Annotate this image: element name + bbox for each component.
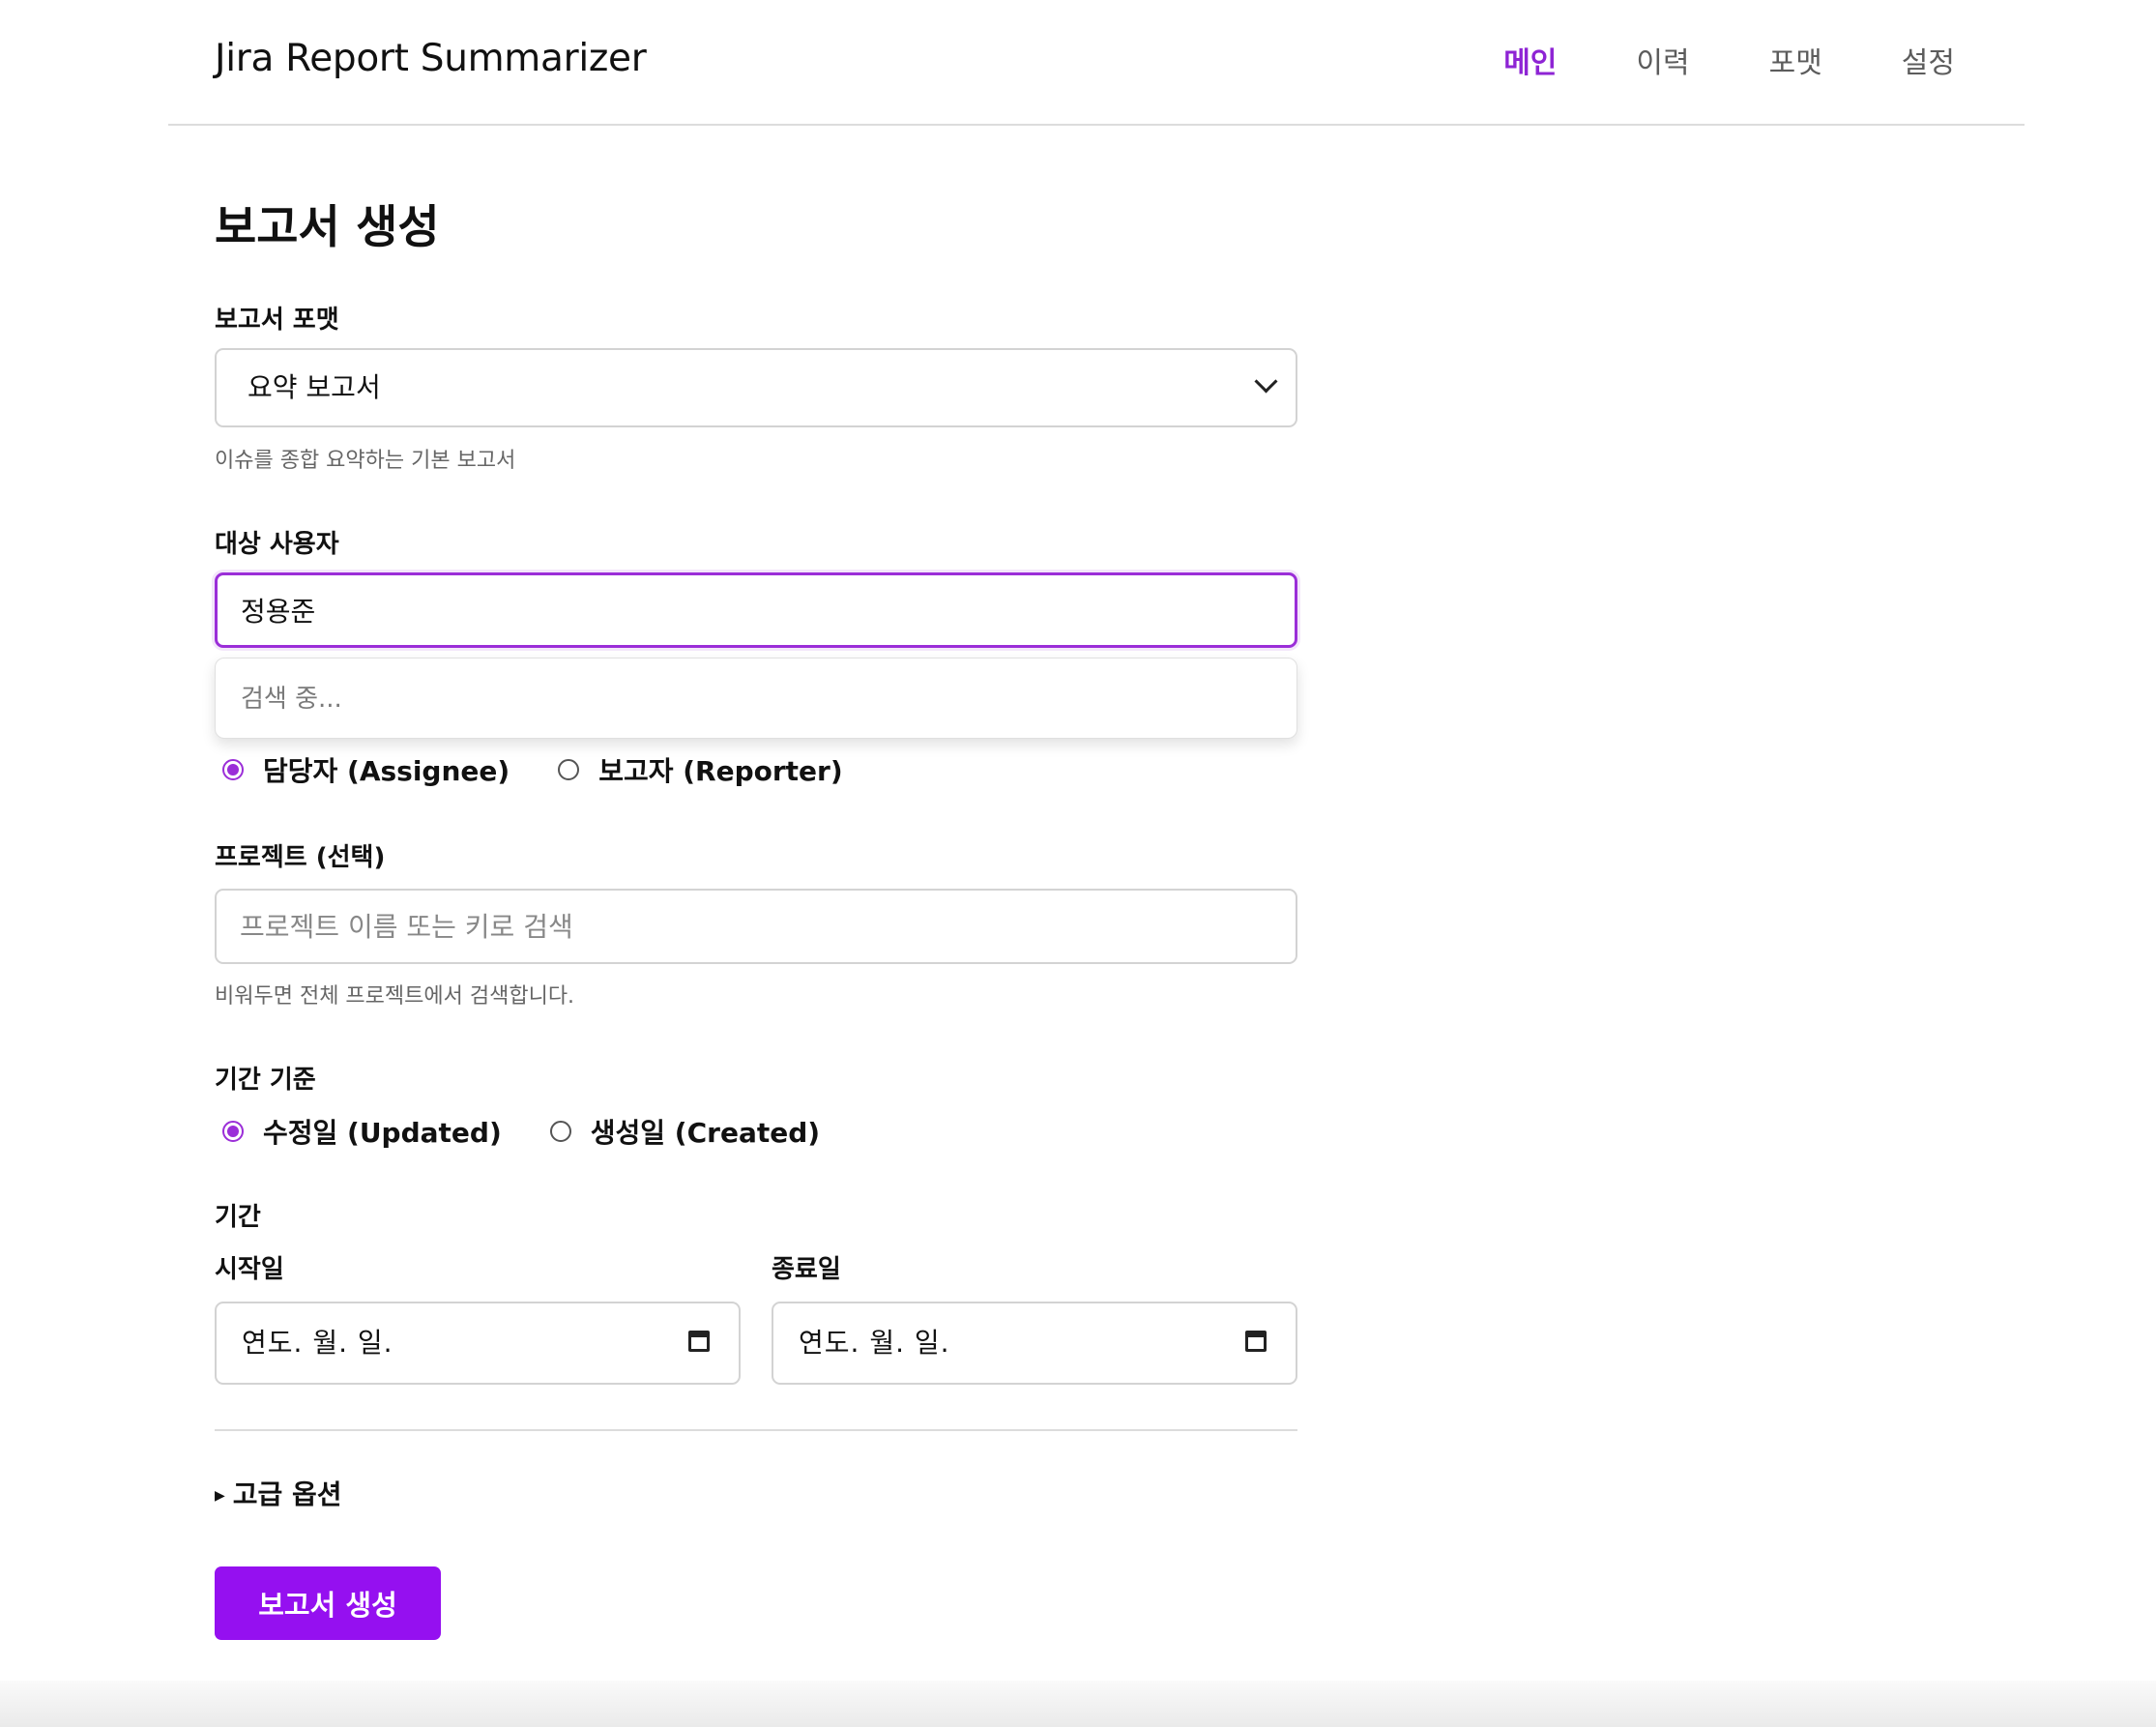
radio-reporter-label: 보고자 (Reporter) — [598, 755, 843, 787]
radio-updated-label: 수정일 (Updated) — [263, 1117, 502, 1149]
start-date-value: 연도. 월. 일. — [242, 1327, 393, 1359]
window-bottom-edge — [0, 1681, 2156, 1727]
format-label: 보고서 포맷 — [215, 306, 339, 335]
section-divider — [215, 1429, 1297, 1431]
format-hint: 이슈를 종합 요약하는 기본 보고서 — [215, 449, 516, 473]
start-date-label: 시작일 — [215, 1255, 284, 1284]
radio-created[interactable]: 생성일 (Created) — [549, 1112, 821, 1151]
format-select-value: 요약 보고서 — [248, 371, 381, 403]
period-label: 기간 — [215, 1203, 261, 1232]
page-title: 보고서 생성 — [215, 201, 440, 254]
nav-format[interactable]: 포맷 — [1769, 39, 1822, 81]
radio-assignee-label: 담당자 (Assignee) — [263, 755, 510, 787]
project-label: 프로젝트 (선택) — [215, 843, 386, 872]
end-date-label: 종료일 — [772, 1255, 841, 1284]
advanced-options-toggle[interactable]: ▶ 고급 옵션 — [215, 1474, 342, 1512]
advanced-options-label: 고급 옵션 — [232, 1478, 342, 1510]
main-nav: 메인 이력 포맷 설정 — [1503, 39, 1955, 81]
end-date-input[interactable]: 연도. 월. 일. — [772, 1302, 1297, 1385]
project-search-input[interactable] — [215, 889, 1297, 964]
format-select[interactable]: 요약 보고서 — [215, 348, 1297, 427]
disclosure-triangle-icon: ▶ — [215, 1488, 225, 1504]
search-status-text: 검색 중... — [241, 685, 342, 714]
radio-assignee-dot[interactable] — [222, 759, 244, 780]
start-date-input[interactable]: 연도. 월. 일. — [215, 1302, 741, 1385]
radio-updated-dot[interactable] — [222, 1121, 244, 1142]
radio-updated[interactable]: 수정일 (Updated) — [222, 1112, 502, 1151]
project-hint: 비워두면 전체 프로젝트에서 검색합니다. — [215, 984, 575, 1009]
period-basis-label: 기간 기준 — [215, 1066, 316, 1095]
radio-reporter[interactable]: 보고자 (Reporter) — [558, 750, 843, 789]
radio-created-dot[interactable] — [549, 1121, 571, 1142]
nav-history[interactable]: 이력 — [1636, 39, 1689, 81]
calendar-icon[interactable] — [1245, 1331, 1267, 1352]
period-basis-radio-group: 수정일 (Updated) 생성일 (Created) — [222, 1112, 868, 1151]
nav-main[interactable]: 메인 — [1503, 39, 1557, 81]
user-label: 대상 사용자 — [215, 530, 339, 559]
app-title: Jira Report Summarizer — [215, 37, 647, 80]
user-search-input[interactable] — [215, 572, 1297, 648]
nav-settings[interactable]: 설정 — [1902, 39, 1955, 81]
top-header: Jira Report Summarizer 메인 이력 포맷 설정 — [168, 0, 2025, 126]
role-radio-group: 담당자 (Assignee) 보고자 (Reporter) — [222, 750, 891, 789]
chevron-down-icon — [1254, 369, 1278, 394]
user-search-dropdown: 검색 중... — [215, 658, 1297, 739]
generate-report-button[interactable]: 보고서 생성 — [215, 1566, 441, 1640]
calendar-icon[interactable] — [688, 1331, 710, 1352]
radio-assignee[interactable]: 담당자 (Assignee) — [222, 750, 510, 789]
end-date-value: 연도. 월. 일. — [799, 1327, 950, 1359]
radio-reporter-dot[interactable] — [558, 759, 580, 780]
radio-created-label: 생성일 (Created) — [590, 1117, 821, 1149]
